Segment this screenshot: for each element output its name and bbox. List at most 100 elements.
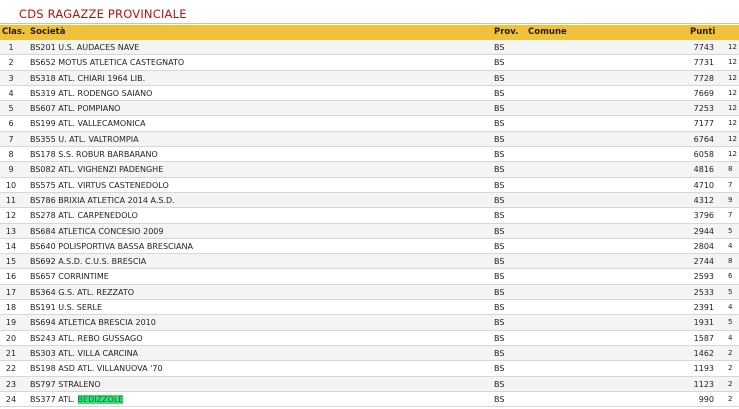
row-points: 7728 bbox=[693, 73, 714, 83]
table-row: 7 BS355 U. ATL. VALTROMPIA BS 6764 12 bbox=[0, 131, 739, 148]
row-points: 6764 bbox=[693, 134, 714, 144]
row-points: 7177 bbox=[693, 119, 714, 129]
row-points: 2744 bbox=[693, 257, 714, 267]
row-team: BS191 U.S. SERLE bbox=[30, 303, 103, 313]
row-points: 6058 bbox=[693, 150, 714, 160]
row-prov: BS bbox=[494, 364, 505, 374]
row-points: 7731 bbox=[693, 58, 714, 68]
row-points: 2804 bbox=[693, 241, 714, 251]
row-rank: 12 bbox=[5, 211, 17, 221]
row-rank: 17 bbox=[5, 287, 17, 297]
row-extra: 2 bbox=[728, 364, 733, 373]
row-extra: 5 bbox=[728, 226, 733, 235]
row-team: BS082 ATL. VIGHENZI PADENGHE bbox=[30, 165, 164, 175]
row-team: BS364 G.S. ATL. REZZATO bbox=[30, 287, 135, 297]
table-row: 23 BS797 STRALENO BS 1123 2 bbox=[0, 376, 739, 392]
row-extra: 4 bbox=[728, 241, 733, 250]
table-row: 11 BS786 BRIXIA ATLETICA 2014 A.S.D. BS 431… bbox=[0, 192, 739, 209]
row-extra: 5 bbox=[728, 287, 733, 296]
row-points: 1587 bbox=[693, 333, 714, 343]
row-rank: 10 bbox=[5, 180, 17, 190]
row-points: 2391 bbox=[693, 303, 714, 313]
row-points: 3796 bbox=[693, 211, 714, 221]
row-rank: 23 bbox=[5, 379, 17, 389]
row-team: BS607 ATL. POMPIANO bbox=[30, 104, 121, 114]
page-title: CDS RAGAZZE PROVINCIALE bbox=[19, 7, 187, 21]
table-row: 9 BS082 ATL. VIGHENZI PADENGHE BS 4816 8 bbox=[0, 162, 739, 178]
table-row: 22 BS198 ASD ATL. VILLANUOVA '70 BS 1193 2 bbox=[0, 361, 739, 377]
row-prov: BS bbox=[494, 134, 505, 144]
row-team: BS201 U.S. AUDACES NAVE bbox=[30, 43, 140, 52]
row-rank: 15 bbox=[5, 257, 17, 267]
row-extra: 8 bbox=[728, 257, 733, 266]
header-prov: Prov. bbox=[494, 27, 519, 37]
table-row: 14 BS640 POLISPORTIVA BASSA BRESCIANA BS 28… bbox=[0, 238, 739, 255]
row-extra: 12 bbox=[728, 58, 737, 67]
row-prov: BS bbox=[494, 348, 505, 358]
table-row: 8 BS178 S.S. ROBUR BARBARANO BS 6058 12 bbox=[0, 147, 739, 163]
table-row: 19 BS694 ATLETICA BRESCIA 2010 BS 1931 5 bbox=[0, 315, 739, 331]
row-prov: BS bbox=[494, 333, 505, 343]
row-extra: 2 bbox=[728, 348, 733, 357]
row-rank: 20 bbox=[5, 333, 17, 343]
row-extra: 9 bbox=[728, 195, 733, 204]
table-row: 4 BS319 ATL. RODENGO SAIANO BS 7669 12 bbox=[0, 85, 739, 102]
standings-table: Clas. Società Prov. Comune Punti 1 BS201 … bbox=[0, 25, 739, 408]
table-body: 1 BS201 U.S. AUDACES NAVE BS 7743 12 2 BS652 M… bbox=[0, 40, 739, 408]
row-team: BS243 ATL. REBO GUSSAGO bbox=[30, 333, 143, 343]
row-extra: 12 bbox=[728, 104, 737, 113]
row-prov: BS bbox=[494, 318, 505, 328]
row-team: BS318 ATL. CHIARI 1964 LIB. bbox=[30, 73, 146, 83]
row-points: 7669 bbox=[693, 88, 714, 98]
row-extra: 6 bbox=[728, 272, 733, 281]
table-row: 24 BS377 ATL. BEDIZZOLE BS 990 2 bbox=[0, 391, 739, 408]
table-row: 20 BS243 ATL. REBO GUSSAGO BS 1587 4 bbox=[0, 330, 739, 346]
table-row: 2 BS652 MOTUS ATLETICA CASTEGNATO BS 7731 12 bbox=[0, 55, 739, 71]
table-row: 5 BS607 ATL. POMPIANO BS 7253 12 bbox=[0, 101, 739, 117]
row-rank: 7 bbox=[8, 134, 14, 144]
table-row: 13 BS684 ATLETICA CONCESIO 2009 BS 2944 5 bbox=[0, 223, 739, 239]
row-team: BS652 MOTUS ATLETICA CASTEGNATO bbox=[30, 58, 185, 68]
row-team: BS303 ATL. VILLA CARCINA bbox=[30, 348, 139, 358]
row-team: BS278 ATL. CARPENEDOLO bbox=[30, 211, 138, 221]
header-team: Società bbox=[30, 27, 66, 37]
table-row: 15 BS692 A.S.D. C.U.S. BRESCIA BS 2744 8 bbox=[0, 254, 739, 270]
row-points: 990 bbox=[698, 394, 714, 404]
row-team: BS640 POLISPORTIVA BASSA BRESCIANA bbox=[30, 241, 193, 251]
row-team-text: BS377 ATL. bbox=[30, 394, 78, 404]
row-rank: 3 bbox=[8, 73, 14, 83]
row-extra: 12 bbox=[728, 134, 737, 143]
row-prov: BS bbox=[494, 211, 505, 221]
row-extra: 12 bbox=[728, 73, 737, 82]
header-comune: Comune bbox=[528, 27, 567, 37]
row-points: 2593 bbox=[693, 272, 714, 282]
row-points: 4312 bbox=[693, 195, 714, 205]
row-points: 4816 bbox=[693, 165, 714, 175]
row-team: BS198 ASD ATL. VILLANUOVA '70 bbox=[30, 364, 163, 374]
row-points: 7743 bbox=[693, 43, 714, 52]
row-prov: BS bbox=[494, 379, 505, 389]
row-rank: 2 bbox=[8, 58, 14, 68]
row-prov: BS bbox=[494, 272, 505, 282]
row-rank: 19 bbox=[5, 318, 17, 328]
row-team: BS377 ATL. BEDIZZOLE bbox=[30, 394, 124, 404]
row-points: 1462 bbox=[693, 348, 714, 358]
row-extra: 4 bbox=[728, 333, 733, 342]
row-points: 4710 bbox=[693, 180, 714, 190]
row-team: BS199 ATL. VALLECAMONICA bbox=[30, 119, 146, 129]
search-highlight: BEDIZZOLE bbox=[77, 394, 124, 404]
row-rank: 13 bbox=[5, 226, 17, 236]
row-extra: 8 bbox=[728, 165, 733, 174]
row-points: 1931 bbox=[693, 318, 714, 328]
row-team: BS178 S.S. ROBUR BARBARANO bbox=[30, 150, 158, 160]
row-rank: 18 bbox=[5, 303, 17, 313]
row-prov: BS bbox=[494, 241, 505, 251]
row-team: BS684 ATLETICA CONCESIO 2009 bbox=[30, 226, 164, 236]
row-team: BS694 ATLETICA BRESCIA 2010 bbox=[30, 318, 156, 328]
row-rank: 16 bbox=[5, 272, 17, 282]
row-prov: BS bbox=[494, 119, 505, 129]
row-rank: 24 bbox=[5, 394, 17, 404]
table-row: 17 BS364 G.S. ATL. REZZATO BS 2533 5 bbox=[0, 284, 739, 301]
row-team: BS575 ATL. VIRTUS CASTENEDOLO bbox=[30, 180, 169, 190]
row-points: 1123 bbox=[693, 379, 714, 389]
